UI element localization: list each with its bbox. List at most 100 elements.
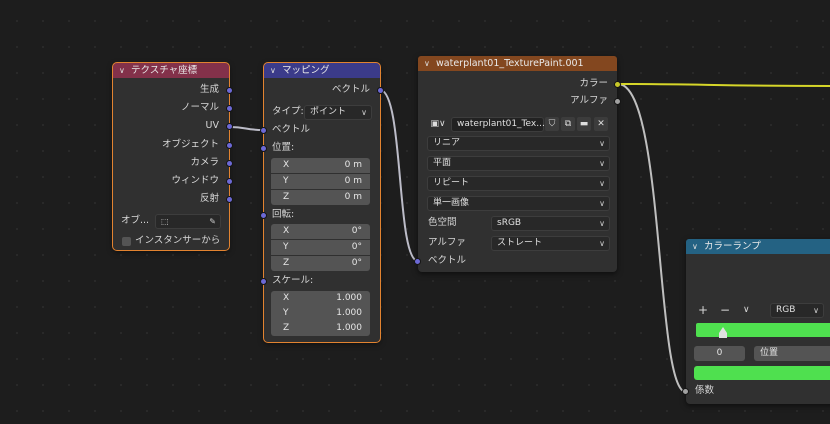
- collapse-chevron-icon[interactable]: ∨: [119, 63, 131, 78]
- object-selector[interactable]: ⬚ ✎: [155, 214, 221, 229]
- duplicate-icon[interactable]: ⧉: [561, 117, 575, 131]
- axis-label: Z: [283, 323, 290, 333]
- colorspace-dropdown[interactable]: sRGB ∨: [491, 216, 610, 231]
- interpolation-dropdown[interactable]: リニア ∨: [427, 136, 610, 151]
- alpha-mode-dropdown[interactable]: ストレート ∨: [491, 236, 610, 251]
- socket-uv[interactable]: [226, 123, 233, 130]
- object-label: オブ...: [121, 215, 150, 226]
- location-x-field[interactable]: X 0 m: [271, 158, 370, 173]
- scale-y-value: 1.000: [336, 308, 362, 318]
- image-texture-header[interactable]: ∨ waterplant01_TexturePaint.001: [418, 56, 617, 71]
- mapping-vector-input-socket[interactable]: [260, 127, 267, 134]
- color-output-label: カラー: [579, 78, 608, 89]
- collapse-chevron-icon[interactable]: ∨: [270, 63, 282, 78]
- projection-value: 平面: [433, 158, 452, 168]
- color-ramp-header[interactable]: ∨ カラーランプ: [686, 239, 830, 254]
- alpha-mode-label: アルファ: [428, 237, 466, 248]
- location-y-field[interactable]: Y 0 m: [271, 174, 370, 189]
- socket-normal[interactable]: [226, 105, 233, 112]
- color-output-socket[interactable]: [614, 81, 621, 88]
- color-mode-dropdown[interactable]: RGB ∨: [770, 303, 824, 318]
- scale-y-field[interactable]: Y 1.000: [271, 306, 370, 321]
- texture-coordinate-node[interactable]: ∨ テクスチャ座標 生成 ノーマル UV オブジェクト カメラ ウィンドウ 反射 …: [112, 62, 233, 251]
- interpolation-value: リニア: [433, 138, 461, 148]
- axis-label: Y: [283, 176, 289, 186]
- rotation-socket[interactable]: [260, 212, 267, 219]
- axis-label: Y: [283, 242, 289, 252]
- chevron-down-icon: ∨: [599, 199, 605, 208]
- mapping-type-dropdown[interactable]: ポイント ∨: [304, 105, 372, 120]
- mapping-title: マッピング: [282, 65, 330, 76]
- output-generated: 生成: [199, 84, 219, 95]
- rotation-x-value: 0°: [351, 226, 362, 236]
- axis-label: X: [283, 293, 290, 303]
- rotation-x-field[interactable]: X 0°: [271, 224, 370, 239]
- scale-x-field[interactable]: X 1.000: [271, 291, 370, 306]
- source-dropdown[interactable]: 単一画像 ∨: [427, 196, 610, 211]
- remove-stop-button[interactable]: −: [720, 303, 730, 317]
- socket-window[interactable]: [226, 178, 233, 185]
- projection-dropdown[interactable]: 平面 ∨: [427, 156, 610, 171]
- scale-socket[interactable]: [260, 278, 267, 285]
- rotation-label: 回転:: [272, 209, 295, 220]
- stop-index-field[interactable]: 0: [694, 346, 745, 361]
- output-uv: UV: [205, 120, 219, 131]
- image-name-field[interactable]: waterplant01_Tex...: [451, 117, 545, 132]
- location-socket[interactable]: [260, 145, 267, 152]
- stop-index-value: 0: [716, 348, 723, 358]
- fake-user-shield-icon[interactable]: ⛉: [545, 117, 559, 131]
- location-z-field[interactable]: Z 0 m: [271, 190, 370, 205]
- output-object: オブジェクト: [161, 139, 219, 150]
- collapse-chevron-icon[interactable]: ∨: [424, 56, 436, 71]
- stop-position-field[interactable]: 位置: [754, 346, 830, 361]
- alpha-mode-value: ストレート: [497, 238, 543, 248]
- collapse-chevron-icon[interactable]: ∨: [692, 239, 704, 254]
- mapping-node[interactable]: ∨ マッピング ベクトル タイプ: ポイント ∨ ベクトル 位置: X0 m Y0…: [260, 62, 384, 343]
- mapping-header[interactable]: ∨ マッピング: [264, 63, 380, 78]
- output-camera: カメラ: [190, 157, 219, 168]
- extension-dropdown[interactable]: リピート ∨: [427, 176, 610, 191]
- socket-generated[interactable]: [226, 87, 233, 94]
- add-stop-button[interactable]: +: [698, 303, 708, 317]
- open-folder-icon[interactable]: ▬: [577, 117, 591, 131]
- socket-camera[interactable]: [226, 160, 233, 167]
- axis-label: Y: [283, 308, 289, 318]
- location-label: 位置:: [272, 142, 295, 153]
- rotation-z-field[interactable]: Z 0°: [271, 256, 370, 271]
- mapping-type-label: タイプ:: [272, 106, 304, 117]
- axis-label: X: [283, 226, 290, 236]
- factor-input-socket[interactable]: [682, 388, 689, 395]
- scale-z-value: 1.000: [336, 323, 362, 333]
- image-texture-node[interactable]: ∨ waterplant01_TexturePaint.001 カラー アルファ …: [414, 56, 621, 272]
- color-ramp-gradient[interactable]: [696, 323, 830, 337]
- ramp-menu-chevron-icon[interactable]: ∨: [743, 303, 750, 317]
- instancer-label: インスタンサーから: [135, 235, 221, 246]
- color-mode-value: RGB: [776, 305, 796, 315]
- scale-z-field[interactable]: Z 1.000: [271, 321, 370, 336]
- colorspace-value: sRGB: [497, 218, 522, 228]
- socket-object[interactable]: [226, 142, 233, 149]
- location-y-value: 0 m: [344, 176, 362, 186]
- alpha-output-socket[interactable]: [614, 98, 621, 105]
- image-vector-input-socket[interactable]: [414, 258, 421, 265]
- rotation-y-value: 0°: [351, 242, 362, 252]
- extension-value: リピート: [433, 178, 470, 188]
- output-window: ウィンドウ: [171, 175, 219, 186]
- chevron-down-icon: ∨: [361, 108, 367, 117]
- source-value: 単一画像: [433, 198, 470, 208]
- color-ramp-node[interactable]: ∨ カラーランプ + − ∨ RGB ∨ 0 位置 係数: [682, 239, 830, 404]
- image-browse-icon[interactable]: ▣∨: [427, 117, 449, 131]
- colorspace-label: 色空間: [428, 217, 457, 228]
- scale-x-value: 1.000: [336, 293, 362, 303]
- chevron-down-icon: ∨: [599, 239, 605, 248]
- instancer-checkbox[interactable]: [122, 237, 131, 246]
- mapping-vector-input-label: ベクトル: [272, 124, 311, 135]
- rotation-y-field[interactable]: Y 0°: [271, 240, 370, 255]
- texture-coordinate-header[interactable]: ∨ テクスチャ座標: [113, 63, 229, 78]
- chevron-down-icon: ∨: [599, 179, 605, 188]
- close-icon[interactable]: ✕: [594, 117, 608, 131]
- mapping-vector-output-socket[interactable]: [377, 87, 384, 94]
- stop-color-swatch[interactable]: [694, 366, 830, 380]
- eyedropper-icon[interactable]: ✎: [209, 215, 216, 228]
- socket-reflection[interactable]: [226, 196, 233, 203]
